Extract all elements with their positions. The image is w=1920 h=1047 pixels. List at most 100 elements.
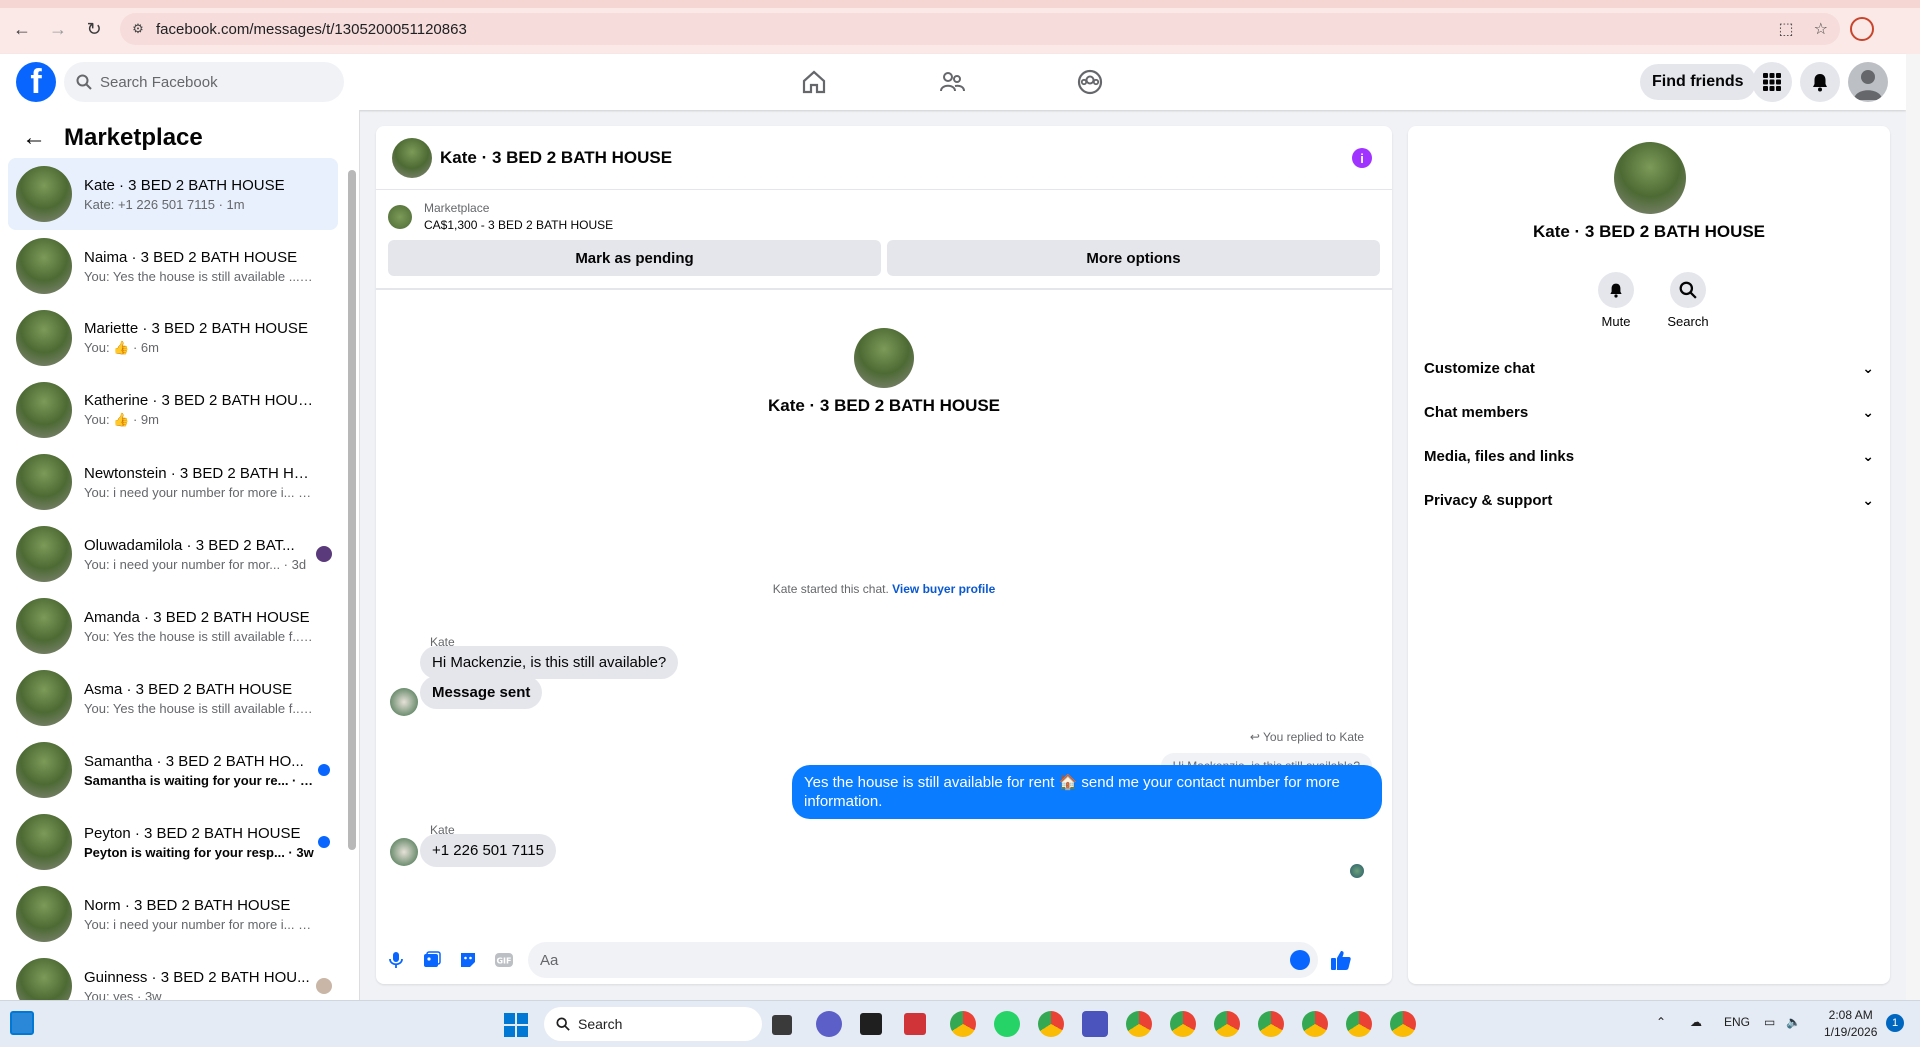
incoming-message[interactable]: Hi Mackenzie, is this still available? <box>420 646 679 679</box>
widgets-icon[interactable] <box>10 1011 34 1035</box>
sidebar-scrollbar[interactable] <box>348 162 356 892</box>
whatsapp-icon[interactable] <box>994 1011 1020 1037</box>
volume-icon[interactable]: 🔈 <box>1786 1015 1801 1029</box>
conversation-item[interactable]: Naima · 3 BED 2 BATH HOUSE You: Yes the h… <box>8 230 338 302</box>
conversation-item[interactable]: Amanda · 3 BED 2 BATH HOUSE You: Yes the … <box>8 590 338 662</box>
chat-avatar[interactable] <box>392 137 432 178</box>
find-friends-button[interactable]: Find friends <box>1640 64 1756 100</box>
sidebar-title: Marketplace <box>64 124 203 151</box>
chat-members-row[interactable]: Chat members ⌄ <box>1424 390 1874 434</box>
notification-count-badge[interactable]: 1 <box>1886 1014 1904 1032</box>
chat-title[interactable]: Kate · 3 BED 2 BATH HOUSE <box>440 148 672 168</box>
incoming-message[interactable]: Message sent <box>420 676 543 709</box>
facebook-search[interactable]: Search Facebook <box>64 62 344 102</box>
conversation-avatar <box>16 526 72 582</box>
conversation-item[interactable]: Norm · 3 BED 2 BATH HOUSE You: i need you… <box>8 878 338 950</box>
conversation-preview: You: 👍 · 6m <box>84 340 159 355</box>
sticker-icon[interactable] <box>450 951 486 969</box>
url-text[interactable]: facebook.com/messages/t/1305200051120863 <box>156 21 467 38</box>
conversation-name: Newtonstein · 3 BED 2 BATH HO... <box>84 464 314 482</box>
incoming-message[interactable]: +1 226 501 7115 <box>420 834 556 867</box>
start-button-icon[interactable] <box>504 1013 528 1037</box>
search-icon <box>556 1017 570 1031</box>
conversation-item[interactable]: Kate · 3 BED 2 BATH HOUSE Kate: +1 226 50… <box>8 158 338 230</box>
conversation-item[interactable]: Newtonstein · 3 BED 2 BATH HO... You: i n… <box>8 446 338 518</box>
sticky-notes-icon[interactable] <box>860 1013 882 1035</box>
conversation-preview: You: yes · 3w <box>84 988 162 1001</box>
notifications-bell-icon[interactable] <box>1800 62 1840 102</box>
task-view-icon[interactable] <box>772 1015 792 1035</box>
conversation-preview: Samantha is waiting for your re... · 2w <box>84 772 314 788</box>
message-input[interactable]: Aa <box>528 942 1318 978</box>
chrome-profile-icon[interactable] <box>1214 1011 1240 1037</box>
media-files-links-row[interactable]: Media, files and links ⌄ <box>1424 434 1874 478</box>
back-arrow-icon[interactable]: ← <box>22 124 46 152</box>
snipping-tool-icon[interactable] <box>904 1013 926 1035</box>
conversation-item[interactable]: Oluwadamilola · 3 BED 2 BAT... You: i nee… <box>8 518 338 590</box>
chrome-profile-icon[interactable] <box>1302 1011 1328 1037</box>
cloud-off-icon[interactable]: ☁ <box>1690 1015 1702 1029</box>
chrome-profile-icon[interactable] <box>1038 1011 1064 1037</box>
reload-icon[interactable]: ↻ <box>82 17 106 41</box>
taskbar-search[interactable]: Search <box>544 1007 762 1041</box>
chrome-profile-icon[interactable] <box>1126 1011 1152 1037</box>
browser-profile-icon[interactable] <box>1850 17 1874 41</box>
chevron-up-icon[interactable]: ⌃ <box>1656 1015 1666 1029</box>
more-options-button[interactable]: More options <box>887 240 1380 276</box>
photo-icon[interactable] <box>414 951 450 969</box>
customize-chat-row[interactable]: Customize chat ⌄ <box>1424 346 1874 390</box>
conversation-item[interactable]: Samantha · 3 BED 2 BATH HO... Samantha is… <box>8 734 338 806</box>
row-label: Media, files and links <box>1424 447 1575 465</box>
facebook-logo-icon[interactable]: f <box>16 62 56 102</box>
mute-label: Mute <box>1601 314 1631 329</box>
groups-icon[interactable] <box>1076 68 1104 96</box>
chrome-icon[interactable] <box>950 1011 976 1037</box>
conversation-item[interactable]: Guinness · 3 BED 2 BATH HOU... You: yes ·… <box>8 950 338 1000</box>
conversation-item[interactable]: Mariette · 3 BED 2 BATH HOUSE You: 👍 · 6m <box>8 302 338 374</box>
account-avatar[interactable] <box>1848 62 1888 102</box>
view-buyer-profile-link[interactable]: View buyer profile <box>892 582 995 596</box>
gif-icon[interactable]: GIF <box>486 952 522 968</box>
back-arrow-icon[interactable]: ← <box>10 17 34 41</box>
sender-avatar[interactable] <box>390 688 418 716</box>
listing-summary[interactable]: Marketplace CA$1,300 - 3 BED 2 BATH HOUS… <box>388 200 613 234</box>
install-app-icon[interactable]: ⬚ <box>1779 19 1794 39</box>
chrome-profile-icon[interactable] <box>1258 1011 1284 1037</box>
teams-icon[interactable] <box>1082 1011 1108 1037</box>
home-icon[interactable] <box>800 68 828 96</box>
site-settings-icon[interactable]: ⚙ <box>120 21 156 37</box>
teams-meet-icon[interactable] <box>816 1011 842 1037</box>
conversation-avatar <box>16 310 72 366</box>
language-indicator[interactable]: ENG <box>1724 1015 1750 1029</box>
scrollbar-thumb[interactable] <box>348 170 356 850</box>
conversation-item[interactable]: Asma · 3 BED 2 BATH HOUSE You: Yes the ho… <box>8 662 338 734</box>
conversation-avatar <box>16 742 72 798</box>
mute-button[interactable]: Mute <box>1586 272 1646 329</box>
address-bar[interactable]: ⚙ facebook.com/messages/t/13052000511208… <box>120 13 1840 45</box>
friends-icon[interactable] <box>938 68 966 96</box>
conversation-item[interactable]: Katherine · 3 BED 2 BATH HOUSE You: 👍 · 9… <box>8 374 338 446</box>
menu-grid-icon[interactable] <box>1752 62 1792 102</box>
unread-indicator <box>318 764 330 776</box>
microphone-icon[interactable] <box>378 951 414 969</box>
search-conversation-button[interactable]: Search <box>1658 272 1718 329</box>
sender-avatar[interactable] <box>390 838 418 866</box>
forward-arrow-icon[interactable]: → <box>46 17 70 41</box>
conversation-item[interactable]: Peyton · 3 BED 2 BATH HOUSE Peyton is wai… <box>8 806 338 878</box>
bookmark-star-icon[interactable]: ☆ <box>1814 19 1828 39</box>
chrome-profile-icon[interactable] <box>1390 1011 1416 1037</box>
info-avatar[interactable] <box>1614 142 1686 214</box>
privacy-support-row[interactable]: Privacy & support ⌄ <box>1424 478 1874 522</box>
system-clock[interactable]: 2:08 AM 1/19/2026 <box>1824 1007 1877 1041</box>
page-scrollbar[interactable] <box>1906 54 1920 1000</box>
chrome-profile-icon[interactable] <box>1346 1011 1372 1037</box>
info-icon[interactable]: i <box>1352 148 1372 168</box>
emoji-icon[interactable] <box>1290 950 1310 970</box>
outgoing-message[interactable]: Yes the house is still available for ren… <box>792 765 1382 819</box>
network-icon[interactable]: ▭ <box>1764 1015 1775 1029</box>
conversation-preview: You: Yes the house is still available ..… <box>84 268 314 284</box>
thumbs-up-icon[interactable] <box>1326 949 1356 971</box>
conversation-preview: Peyton is waiting for your resp... · 3w <box>84 844 314 860</box>
chrome-profile-icon[interactable] <box>1170 1011 1196 1037</box>
mark-as-pending-button[interactable]: Mark as pending <box>388 240 881 276</box>
